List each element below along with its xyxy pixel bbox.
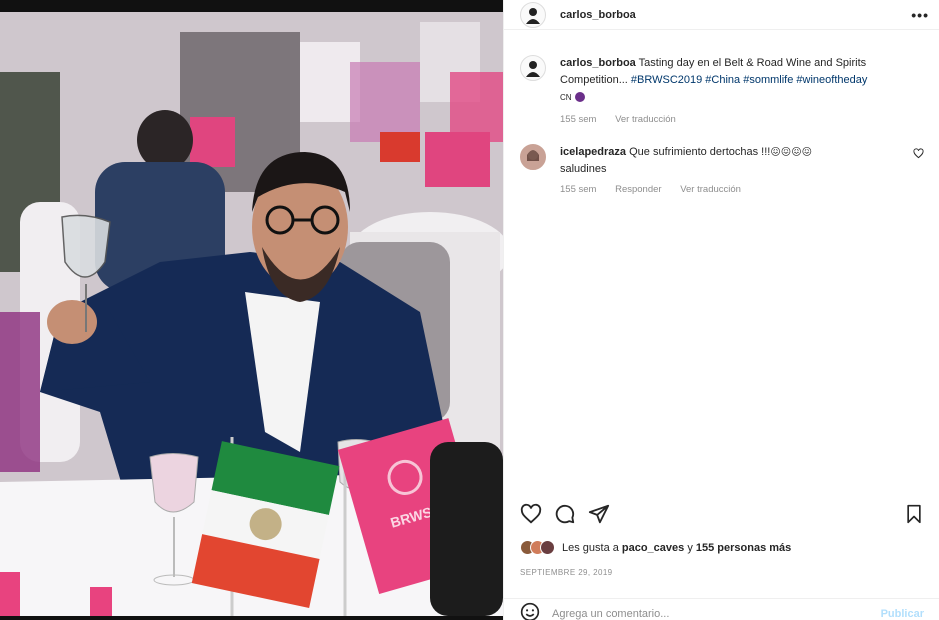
- share-icon[interactable]: [588, 503, 610, 525]
- post-photo-panel: BRWSC: [0, 0, 503, 620]
- comment-body: Que sufrimiento dertochas !!!: [629, 146, 771, 158]
- bookmark-icon[interactable]: [904, 504, 924, 524]
- comment-time[interactable]: 155 sem: [560, 184, 596, 195]
- post-photo[interactable]: BRWSC: [0, 12, 503, 616]
- liker-avatar: [540, 540, 555, 555]
- post-details-panel: carlos_borboa ••• carlos_borboa Tasting …: [503, 0, 939, 620]
- comment-translate-link[interactable]: Ver traducción: [680, 184, 741, 195]
- likes-summary: Les gusta a paco_caves y 155 personas má…: [520, 540, 791, 555]
- comment-item: icelapedraza Que sufrimiento dertochas !…: [520, 144, 924, 195]
- liker-avatars: [520, 540, 555, 555]
- more-options-icon[interactable]: •••: [911, 7, 929, 23]
- photo-illustration: BRWSC: [0, 12, 503, 616]
- post-actions-bar: [520, 500, 924, 528]
- comment-line2: saludines: [560, 163, 607, 175]
- comment-like-heart-icon[interactable]: [913, 148, 924, 162]
- likes-count[interactable]: 155 personas más: [696, 542, 791, 554]
- caption-text: carlos_borboa Tasting day en el Belt & R…: [560, 55, 924, 106]
- emoji-icon[interactable]: [520, 602, 540, 620]
- likes-middle: y: [684, 541, 696, 554]
- caption-meta: 155 sem Ver traducción: [560, 114, 924, 125]
- caption-avatar[interactable]: [520, 55, 546, 81]
- caption-username[interactable]: carlos_borboa: [560, 57, 636, 69]
- grape-emoji-icon: [574, 92, 585, 103]
- comment-text: icelapedraza Que sufrimiento dertochas !…: [560, 144, 924, 178]
- comment-username[interactable]: icelapedraza: [560, 146, 626, 158]
- likes-user[interactable]: paco_caves: [622, 542, 684, 554]
- comment-meta: 155 sem Responder Ver traducción: [560, 184, 924, 195]
- commenter-avatar[interactable]: [520, 144, 546, 170]
- author-avatar[interactable]: [520, 1, 546, 28]
- comment-input[interactable]: [552, 607, 881, 620]
- post-date[interactable]: SEPTIEMBRE 29, 2019: [520, 568, 613, 577]
- heart-icon[interactable]: [520, 503, 542, 525]
- comment-reply-link[interactable]: Responder: [615, 184, 661, 195]
- caption-translate-link[interactable]: Ver traducción: [615, 114, 676, 125]
- comment-emojis: 😖😖😖😖: [770, 147, 813, 158]
- caption-suffix: CN: [560, 93, 572, 102]
- comment-icon[interactable]: [554, 503, 576, 525]
- post-header: carlos_borboa •••: [504, 0, 939, 30]
- publish-button[interactable]: Publicar: [881, 608, 924, 620]
- caption-hashtags[interactable]: #BRWSC2019 #China #sommlife #wineoftheda…: [631, 74, 867, 86]
- likes-prefix: Les gusta a: [562, 541, 619, 554]
- caption-time[interactable]: 155 sem: [560, 114, 596, 125]
- author-username[interactable]: carlos_borboa: [560, 9, 636, 21]
- caption: carlos_borboa Tasting day en el Belt & R…: [520, 55, 924, 125]
- add-comment-bar: Publicar: [504, 598, 939, 620]
